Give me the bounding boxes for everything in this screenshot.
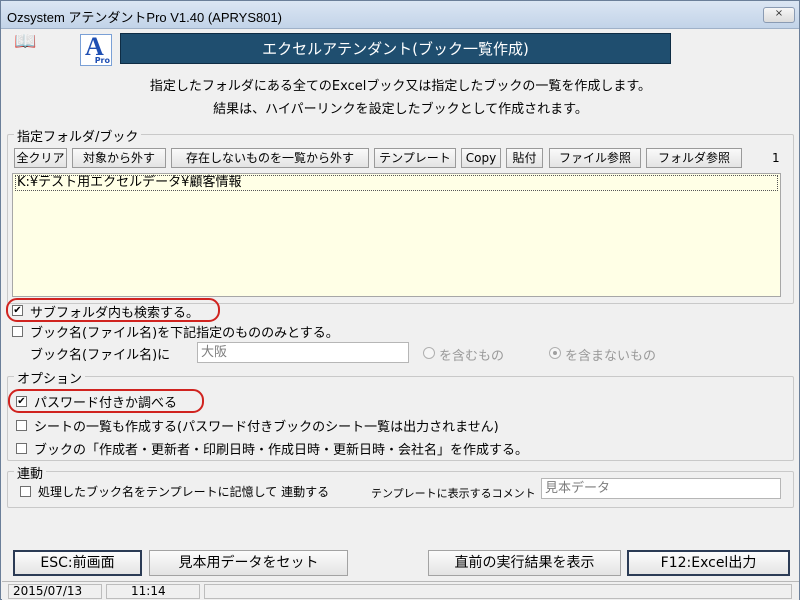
window-title: Ozsystem アテンダントPro V1.40 (APRYS801) (7, 10, 283, 25)
template-button[interactable]: テンプレート (374, 148, 456, 168)
exclude-radio-label: を含まないもの (565, 349, 657, 364)
file-browse-button[interactable]: ファイル参照 (549, 148, 641, 168)
clear-all-button[interactable]: 全クリア (14, 148, 67, 168)
comment-input[interactable]: 見本データ (541, 478, 781, 499)
folder-list[interactable]: K:¥テスト用エクセルデータ¥顧客情報 (12, 173, 781, 297)
set-sample-data-button[interactable]: 見本用データをセット (149, 550, 348, 576)
description-line-1: 指定したフォルダにある全てのExcelブック又は指定したブックの一覧を作成します… (149, 79, 652, 94)
remove-target-button[interactable]: 対象から外す (72, 148, 166, 168)
option-group-title: オプション (14, 368, 86, 387)
app-logo: A Pro (80, 32, 112, 66)
status-empty (204, 584, 792, 599)
paste-button[interactable]: 貼付 (506, 148, 543, 168)
excel-output-button[interactable]: F12:Excel出力 (627, 550, 790, 576)
esc-back-button[interactable]: ESC:前画面 (13, 550, 142, 576)
book-props-label: ブックの「作成者・更新者・印刷日時・作成日時・更新日時・会社名」を作成する。 (34, 443, 529, 458)
logo-sub: Pro (94, 56, 110, 65)
link-group-title: 連動 (14, 463, 47, 482)
highlight-ring (8, 389, 204, 413)
main-panel: 📖 A Pro エクセルアテンダント(ブック一覧作成) 指定したフォルダにある全… (2, 30, 799, 600)
bookname-label: ブック名(ファイル名)に (30, 348, 171, 363)
status-bar: 2015/07/13 11:14 (2, 581, 799, 600)
status-time: 11:14 (106, 584, 200, 599)
highlight-ring (6, 298, 220, 322)
sheet-list-label: シートの一覧も作成する(パスワード付きブックのシート一覧は出力されません) (34, 420, 499, 435)
sheet-list-checkbox[interactable] (16, 420, 27, 431)
remove-missing-button[interactable]: 存在しないものを一覧から外す (171, 148, 369, 168)
copy-button[interactable]: Copy (461, 148, 501, 168)
include-radio[interactable] (423, 347, 435, 359)
status-date: 2015/07/13 (8, 584, 102, 599)
comment-label: テンプレートに表示するコメント (371, 487, 536, 500)
remember-checkbox[interactable] (20, 486, 31, 497)
bookname-input[interactable]: 大阪 (197, 342, 409, 363)
bookname-only-checkbox[interactable] (12, 326, 23, 337)
list-item[interactable]: K:¥テスト用エクセルデータ¥顧客情報 (15, 175, 778, 191)
title-bar: Ozsystem アテンダントPro V1.40 (APRYS801) × (1, 1, 799, 29)
book-icon[interactable]: 📖 (14, 31, 36, 52)
include-radio-label: を含むもの (439, 349, 505, 364)
app-window: Ozsystem アテンダントPro V1.40 (APRYS801) × 📖 … (0, 0, 800, 600)
description-line-2: 結果は、ハイパーリンクを設定したブックとして作成されます。 (213, 102, 588, 117)
close-button[interactable]: × (763, 7, 795, 23)
remember-label: 処理したブック名をテンプレートに記憶して 連動する (38, 485, 330, 499)
folder-browse-button[interactable]: フォルダ参照 (646, 148, 742, 168)
book-props-checkbox[interactable] (16, 443, 27, 454)
folder-group-title: 指定フォルダ/ブック (14, 126, 142, 145)
item-count: 1 (772, 151, 780, 165)
show-last-result-button[interactable]: 直前の実行結果を表示 (428, 550, 621, 576)
bookname-only-label: ブック名(ファイル名)を下記指定のもののみとする。 (30, 326, 339, 341)
page-title: エクセルアテンダント(ブック一覧作成) (120, 33, 671, 64)
exclude-radio[interactable] (549, 347, 561, 359)
